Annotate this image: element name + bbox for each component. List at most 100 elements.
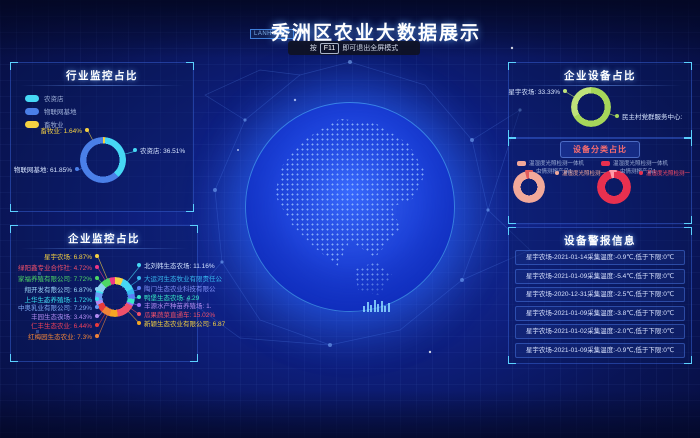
legend-swatch bbox=[25, 95, 39, 102]
callout-text: 大运河生态牧业有限责任公 bbox=[144, 273, 222, 283]
legend-label: 温湿度光照检测一体机 bbox=[529, 159, 584, 167]
callout-dot bbox=[137, 263, 141, 267]
corner-accent bbox=[10, 204, 18, 212]
callout-text: 翔开发有限公司: 6.87% bbox=[24, 284, 92, 294]
device-class-panel: 设备分类占比 温湿度光照检测一体机 虫情测报产品1 温湿度光照检测一 温湿度光照… bbox=[508, 138, 692, 224]
panel-title: 企业监控占比 bbox=[11, 231, 197, 246]
callout-dot bbox=[95, 323, 99, 327]
corner-accent bbox=[684, 138, 692, 146]
callout-dot bbox=[95, 276, 99, 280]
callout-text: 民主村党群服务中心: bbox=[622, 111, 682, 121]
callout-text: 绿阳鑫专业合作社: 4.72% bbox=[18, 262, 92, 272]
legend-item[interactable]: 农资店 bbox=[25, 93, 64, 103]
alarm-row[interactable]: 星宇农场-2021-01-02采集温度:-2.0℃,低于下限:0℃ bbox=[515, 324, 685, 339]
f11-key: F11 bbox=[320, 43, 340, 54]
chart-callout: 畜牧业: 1.64% bbox=[40, 125, 89, 135]
legend-swatch bbox=[609, 170, 617, 172]
legend-item[interactable]: 物联网基地 bbox=[25, 106, 77, 116]
callout-text: 红梅园生态农业: 7.3% bbox=[28, 331, 92, 341]
legend-label: 温湿度光照检测一体机 bbox=[613, 159, 668, 167]
enterprise-donut-chart[interactable] bbox=[95, 277, 135, 317]
divider bbox=[20, 248, 187, 249]
tip-suffix: 即可退出全屏模式 bbox=[342, 43, 398, 53]
corner-accent bbox=[186, 204, 194, 212]
corner-accent bbox=[508, 216, 516, 224]
enterprise-panel: 企业监控占比 星宇农场: 6.87% 绿阳鑫专业合作社: 4.72% 家福养殖有… bbox=[10, 225, 198, 362]
callout-dot bbox=[95, 314, 99, 318]
corner-accent bbox=[508, 130, 516, 138]
callout-dot bbox=[95, 265, 99, 269]
callout-text: 仁丰生态农业: 6.44% bbox=[31, 320, 92, 330]
legend-swatch bbox=[525, 170, 533, 172]
equipment-donut-chart[interactable] bbox=[571, 87, 611, 127]
panel-title: 行业监控占比 bbox=[11, 68, 193, 83]
legend-label: 物联网基地 bbox=[44, 106, 77, 116]
legend-item[interactable]: 温湿度光照检测一体机 bbox=[517, 159, 584, 167]
chart-callout: 翔开发有限公司: 6.87% bbox=[24, 284, 99, 294]
divider bbox=[20, 85, 184, 86]
tip-prefix: 按 bbox=[310, 43, 317, 53]
callout-dot bbox=[133, 148, 137, 152]
legend-swatch bbox=[517, 161, 526, 166]
corner-accent bbox=[684, 356, 692, 364]
chart-callout: 温湿度光照检测一 bbox=[639, 169, 690, 177]
chart-callout: 红梅园生态农业: 7.3% bbox=[28, 331, 99, 341]
globe-ring bbox=[245, 102, 455, 312]
legend-swatch bbox=[601, 161, 610, 166]
corner-accent bbox=[508, 138, 516, 146]
section-title: 设备分类占比 bbox=[560, 141, 640, 158]
alarm-row[interactable]: 星宇农场-2020-12-31采集温度:-2.5℃,低于下限:0℃ bbox=[515, 287, 685, 302]
callout-dot bbox=[95, 305, 99, 309]
chart-callout: 温湿度光照检测一 bbox=[555, 169, 606, 177]
corner-accent bbox=[10, 354, 18, 362]
callout-dot bbox=[137, 286, 141, 290]
chart-callout: 星宇农场: 6.87% bbox=[44, 251, 99, 261]
corner-accent bbox=[684, 130, 692, 138]
chart-callout: 北刘韩生态农场: 11.16% bbox=[137, 260, 215, 270]
legend-item[interactable]: 温湿度光照检测一体机 bbox=[601, 159, 668, 167]
chart-callout: 大运河生态牧业有限责任公 bbox=[137, 273, 222, 283]
callout-text: 温湿度光照检测一 bbox=[646, 169, 690, 177]
globe-equalizer-bars bbox=[363, 300, 390, 312]
industry-donut-chart[interactable] bbox=[80, 137, 126, 183]
chart-callout: 仁丰生态农业: 6.44% bbox=[31, 320, 99, 330]
callout-dot bbox=[95, 254, 99, 258]
alarm-row[interactable]: 星宇农场-2021-01-09采集温度:-0.9℃,低于下限:0℃ bbox=[515, 343, 685, 358]
chart-callout: 新颖生态农业有限公司: 6.87 bbox=[137, 318, 225, 328]
chart-callout: 星宇农场: 33.33% bbox=[508, 86, 567, 96]
callout-dot bbox=[137, 303, 141, 307]
callout-text: 畜牧业: 1.64% bbox=[40, 125, 82, 135]
panel-title: 设备警报信息 bbox=[509, 233, 691, 248]
callout-dot bbox=[95, 297, 99, 301]
chart-callout: 物联网基地: 61.85% bbox=[14, 164, 79, 174]
alarm-row[interactable]: 星宇农场-2021-01-09采集温度:-5.4℃,低于下限:0℃ bbox=[515, 269, 685, 284]
callout-text: 家福养殖有限公司: 7.72% bbox=[18, 273, 92, 283]
equipment-panel: 企业设备占比 星宇农场: 33.33% 民主村党群服务中心: bbox=[508, 62, 692, 138]
chart-callout: 家福养殖有限公司: 7.72% bbox=[18, 273, 99, 283]
alarm-row[interactable]: 星宇农场-2021-01-09采集温度:-3.8℃,低于下限:0℃ bbox=[515, 306, 685, 321]
callout-dot bbox=[85, 128, 89, 132]
callout-dot bbox=[137, 276, 141, 280]
callout-dot bbox=[75, 167, 79, 171]
alarm-row[interactable]: 星宇农场-2021-01-14采集温度:-0.9℃,低于下限:0℃ bbox=[515, 250, 685, 265]
callout-dot bbox=[563, 89, 567, 93]
callout-text: 新颖生态农业有限公司: 6.87 bbox=[144, 318, 225, 328]
legend-swatch bbox=[25, 108, 39, 115]
panel-title: 企业设备占比 bbox=[509, 68, 691, 83]
callout-text: 温湿度光照检测一 bbox=[562, 169, 606, 177]
callout-dot bbox=[95, 287, 99, 291]
callout-dot bbox=[555, 171, 559, 175]
callout-text: 物联网基地: 61.85% bbox=[14, 164, 72, 174]
chart-callout: 农资店: 36.51% bbox=[133, 145, 185, 155]
callout-text: 北刘韩生态农场: 11.16% bbox=[144, 260, 215, 270]
callout-dot bbox=[639, 171, 643, 175]
alarms-panel: 设备警报信息 星宇农场-2021-01-14采集温度:-0.9℃,低于下限:0℃… bbox=[508, 227, 692, 364]
globe-visualization bbox=[245, 102, 455, 312]
callout-text: 星宇农场: 6.87% bbox=[44, 251, 92, 261]
callout-dot bbox=[137, 295, 141, 299]
device-class-left-donut[interactable] bbox=[513, 171, 545, 203]
callout-dot bbox=[95, 334, 99, 338]
corner-accent bbox=[684, 216, 692, 224]
industry-panel: 行业监控占比 农资店 物联网基地 畜牧业 畜牧业: 1.64% 农资店: 36.… bbox=[10, 62, 194, 212]
callout-dot bbox=[137, 321, 141, 325]
